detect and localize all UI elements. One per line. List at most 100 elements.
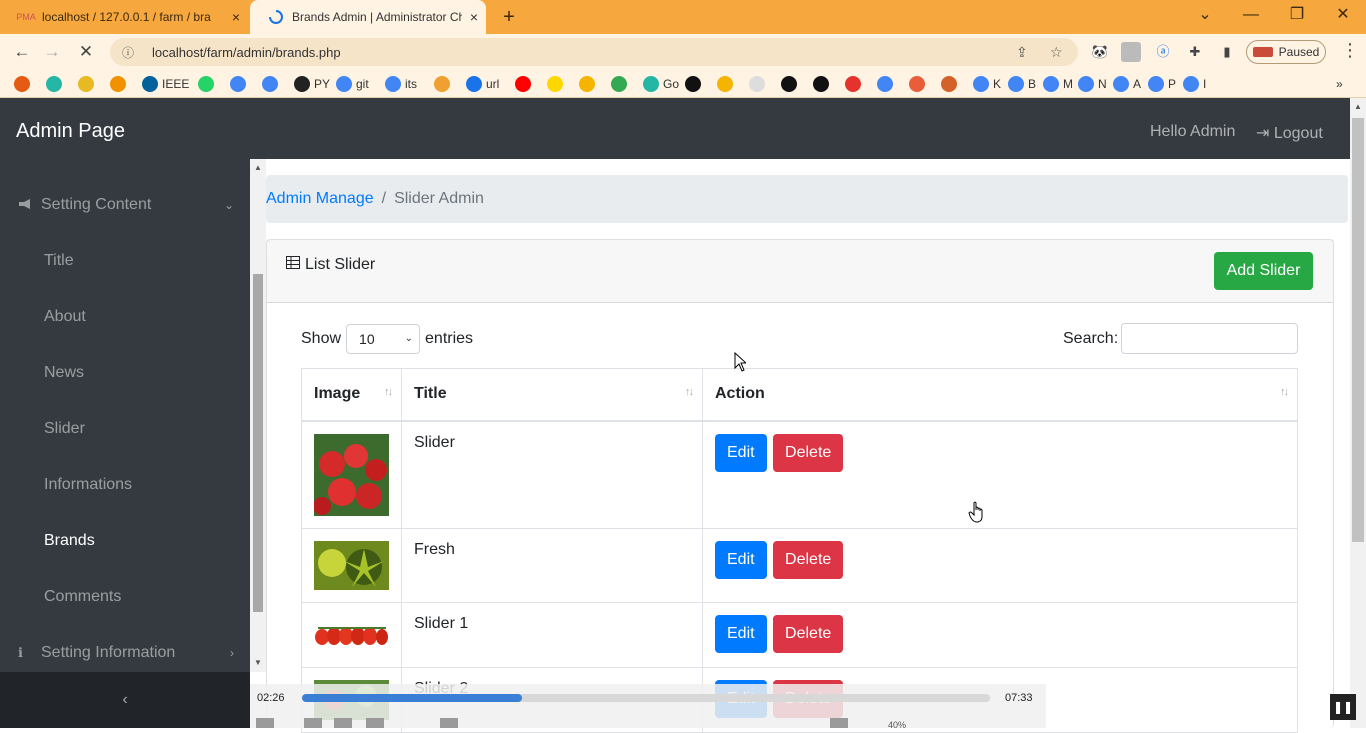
bookmark-item[interactable]: B (1008, 74, 1042, 94)
bookmark-item[interactable] (579, 74, 599, 94)
pause-icon[interactable] (256, 718, 274, 728)
bookmark-item[interactable]: git (336, 74, 375, 94)
tab-close-icon[interactable]: × (224, 9, 248, 25)
bookmark-item[interactable] (611, 74, 631, 94)
page-scrollbar[interactable]: ▲ (1350, 98, 1366, 728)
window-close-icon[interactable]: ✕ (1320, 0, 1366, 34)
stop-icon[interactable] (334, 718, 352, 728)
side-panel-icon[interactable]: ▮ (1217, 42, 1237, 62)
breadcrumb-admin-manage[interactable]: Admin Manage (266, 190, 374, 208)
bookmark-item[interactable] (515, 74, 535, 94)
hello-user[interactable]: Hello Admin (1150, 123, 1235, 141)
bookmark-item[interactable]: Go (643, 74, 685, 94)
bookmark-item[interactable]: url (466, 74, 505, 94)
bookmark-item[interactable]: K (973, 74, 1007, 94)
site-info-icon[interactable]: ⓘ (122, 44, 140, 61)
sidebar-item-brands[interactable]: Brands (0, 513, 250, 569)
bookmark-item[interactable] (941, 74, 961, 94)
page-length-select[interactable]: 10 ⌄ (346, 324, 421, 354)
bookmark-item[interactable] (845, 74, 865, 94)
pause-icon[interactable]: ❚❚ (1330, 694, 1356, 720)
bookmark-item[interactable] (547, 74, 567, 94)
tab-search-icon[interactable]: ⌄ (1182, 0, 1228, 34)
add-slider-button[interactable]: Add Slider (1214, 252, 1313, 290)
bookmark-item[interactable] (46, 74, 66, 94)
extensions-puzzle-icon[interactable]: ✚ (1185, 42, 1205, 62)
sidebar-item-news[interactable]: News (0, 345, 250, 401)
bookmark-item[interactable]: M (1043, 74, 1079, 94)
delete-button[interactable]: Delete (773, 614, 844, 653)
tab-brands-admin[interactable]: Brands Admin | Administrator Ch × (250, 0, 486, 34)
restore-icon[interactable]: ❐ (1274, 0, 1320, 34)
address-bar[interactable]: ⓘ localhost/farm/admin/brands.php ⇪ ☆ (110, 38, 1078, 66)
sidebar-item-slider[interactable]: Slider (0, 401, 250, 457)
sidebar-scrollbar[interactable]: ▲ ▼ (250, 159, 266, 672)
bookmark-item[interactable] (198, 74, 218, 94)
scrollbar-thumb[interactable] (1352, 118, 1364, 542)
sidebar-item-comments[interactable]: Comments (0, 569, 250, 625)
navbar-brand[interactable]: Admin Page (16, 120, 125, 143)
tab-close-icon[interactable]: × (462, 9, 486, 25)
rewind-icon[interactable] (304, 718, 322, 728)
edit-button[interactable]: Edit (715, 540, 767, 579)
bookmark-item[interactable] (813, 74, 833, 94)
scroll-up-icon[interactable]: ▲ (254, 163, 262, 172)
bookmark-item[interactable] (685, 74, 705, 94)
bookmark-item[interactable] (781, 74, 801, 94)
delete-button[interactable]: Delete (773, 540, 844, 579)
extension-a-icon[interactable]: ⓐ (1153, 42, 1173, 62)
bookmarks-more-icon[interactable]: » (1336, 74, 1343, 94)
minimize-icon[interactable]: — (1228, 0, 1274, 34)
extension-panda-icon[interactable]: 🐼 (1090, 42, 1110, 62)
bookmark-item[interactable] (434, 74, 454, 94)
bookmark-item[interactable] (230, 74, 250, 94)
search-input[interactable] (1121, 323, 1298, 354)
sidebar-setting-information[interactable]: ℹ Setting Information › (0, 625, 250, 672)
settings-icon[interactable] (440, 718, 458, 728)
bookmark-item[interactable]: A (1113, 74, 1147, 94)
scroll-down-icon[interactable]: ▼ (254, 658, 262, 667)
bookmark-item[interactable] (717, 74, 737, 94)
column-header-title[interactable]: Title ↑↓ (401, 368, 703, 422)
forward-icon[interactable] (366, 718, 384, 728)
bookmark-item[interactable] (877, 74, 897, 94)
browser-menu-icon[interactable]: ⋮ (1340, 40, 1360, 61)
bookmark-item[interactable] (262, 74, 282, 94)
scroll-up-icon[interactable]: ▲ (1354, 102, 1362, 111)
sidebar-collapse-button[interactable]: ‹ (0, 672, 250, 728)
bookmark-item[interactable]: PY (294, 74, 336, 94)
bookmark-item[interactable]: N (1078, 74, 1113, 94)
logout-link[interactable]: ⇥ Logout (1256, 123, 1323, 143)
bookmark-item[interactable] (110, 74, 130, 94)
bookmark-item[interactable] (14, 74, 34, 94)
extension-image-icon[interactable] (1121, 42, 1141, 62)
sidebar-item-title[interactable]: Title (0, 233, 250, 289)
bookmark-item[interactable] (909, 74, 929, 94)
stop-loading-icon[interactable]: ✕ (74, 40, 98, 64)
edit-button[interactable]: Edit (715, 433, 767, 472)
bookmark-item[interactable]: its (385, 74, 423, 94)
column-header-action[interactable]: Action ↑↓ (702, 368, 1298, 422)
progress-bar[interactable] (302, 694, 990, 702)
column-header-image[interactable]: Image ↑↓ (301, 368, 402, 422)
fullscreen-icon[interactable] (830, 718, 848, 728)
bookmark-favicon-icon (198, 76, 214, 92)
scrollbar-thumb[interactable] (253, 274, 263, 612)
sidebar-setting-content[interactable]: Setting Content ⌄ (0, 177, 250, 233)
bookmark-item[interactable] (78, 74, 98, 94)
edit-button[interactable]: Edit (715, 614, 767, 653)
forward-icon[interactable]: → (40, 40, 64, 64)
bookmark-item[interactable]: P (1148, 74, 1182, 94)
tab-phpmyadmin[interactable]: PMA localhost / 127.0.0.1 / farm / bra × (0, 0, 248, 34)
profile-paused-button[interactable]: Paused (1246, 40, 1326, 64)
bookmark-item[interactable]: IEEE (142, 74, 195, 94)
bookmark-item[interactable] (749, 74, 769, 94)
back-icon[interactable]: ← (10, 40, 34, 64)
bookmark-item[interactable]: I (1183, 74, 1212, 94)
delete-button[interactable]: Delete (773, 433, 844, 472)
share-icon[interactable]: ⇪ (1016, 38, 1028, 66)
bookmark-star-icon[interactable]: ☆ (1050, 38, 1063, 66)
sidebar-item-about[interactable]: About (0, 289, 250, 345)
sidebar-item-informations[interactable]: Informations (0, 457, 250, 513)
new-tab-button[interactable]: + (498, 6, 520, 28)
